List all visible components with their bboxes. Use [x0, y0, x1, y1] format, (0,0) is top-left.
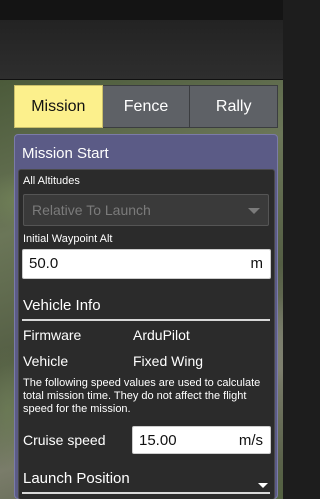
- speed-values-note: The following speed values are used to c…: [23, 377, 261, 415]
- vehicle-value: Fixed Wing: [133, 353, 204, 369]
- initial-waypoint-alt-value: 50.0: [29, 255, 59, 272]
- initial-waypoint-alt-unit: m: [250, 255, 264, 272]
- chevron-down-icon[interactable]: [258, 483, 268, 488]
- tab-fence[interactable]: Fence: [102, 85, 191, 128]
- initial-waypoint-alt-label: Initial Waypoint Alt: [23, 233, 113, 245]
- altitude-mode-combo[interactable]: Relative To Launch: [23, 194, 269, 226]
- vehicle-info-divider: [22, 319, 270, 321]
- tab-mission[interactable]: Mission: [14, 85, 103, 128]
- app-titlebar: [0, 0, 283, 80]
- vehicle-info-title: Vehicle Info: [23, 297, 101, 314]
- mission-start-panel: Mission Start All Altitudes Relative To …: [14, 134, 278, 499]
- cruise-speed-field[interactable]: 15.00 m/s: [132, 426, 271, 454]
- mission-start-title[interactable]: Mission Start: [22, 145, 109, 162]
- cruise-speed-unit: m/s: [238, 432, 263, 449]
- cruise-speed-value: 15.00: [139, 432, 177, 449]
- firmware-label: Firmware: [23, 327, 82, 343]
- plan-tabs: Mission Fence Rally: [14, 85, 279, 128]
- altitude-mode-value: Relative To Launch: [32, 202, 151, 218]
- tab-rally[interactable]: Rally: [190, 85, 279, 128]
- mission-settings-body: All Altitudes Relative To Launch Initial…: [18, 169, 275, 499]
- launch-position-divider: [22, 492, 270, 494]
- cruise-speed-label: Cruise speed: [23, 432, 106, 448]
- initial-waypoint-alt-field[interactable]: 50.0 m: [22, 249, 271, 279]
- launch-position-title[interactable]: Launch Position: [23, 470, 130, 487]
- firmware-value: ArduPilot: [133, 327, 190, 343]
- chevron-down-icon: [248, 208, 260, 214]
- vehicle-label: Vehicle: [23, 353, 69, 369]
- titlebar-top-strip: [0, 0, 283, 20]
- all-altitudes-label: All Altitudes: [23, 175, 80, 187]
